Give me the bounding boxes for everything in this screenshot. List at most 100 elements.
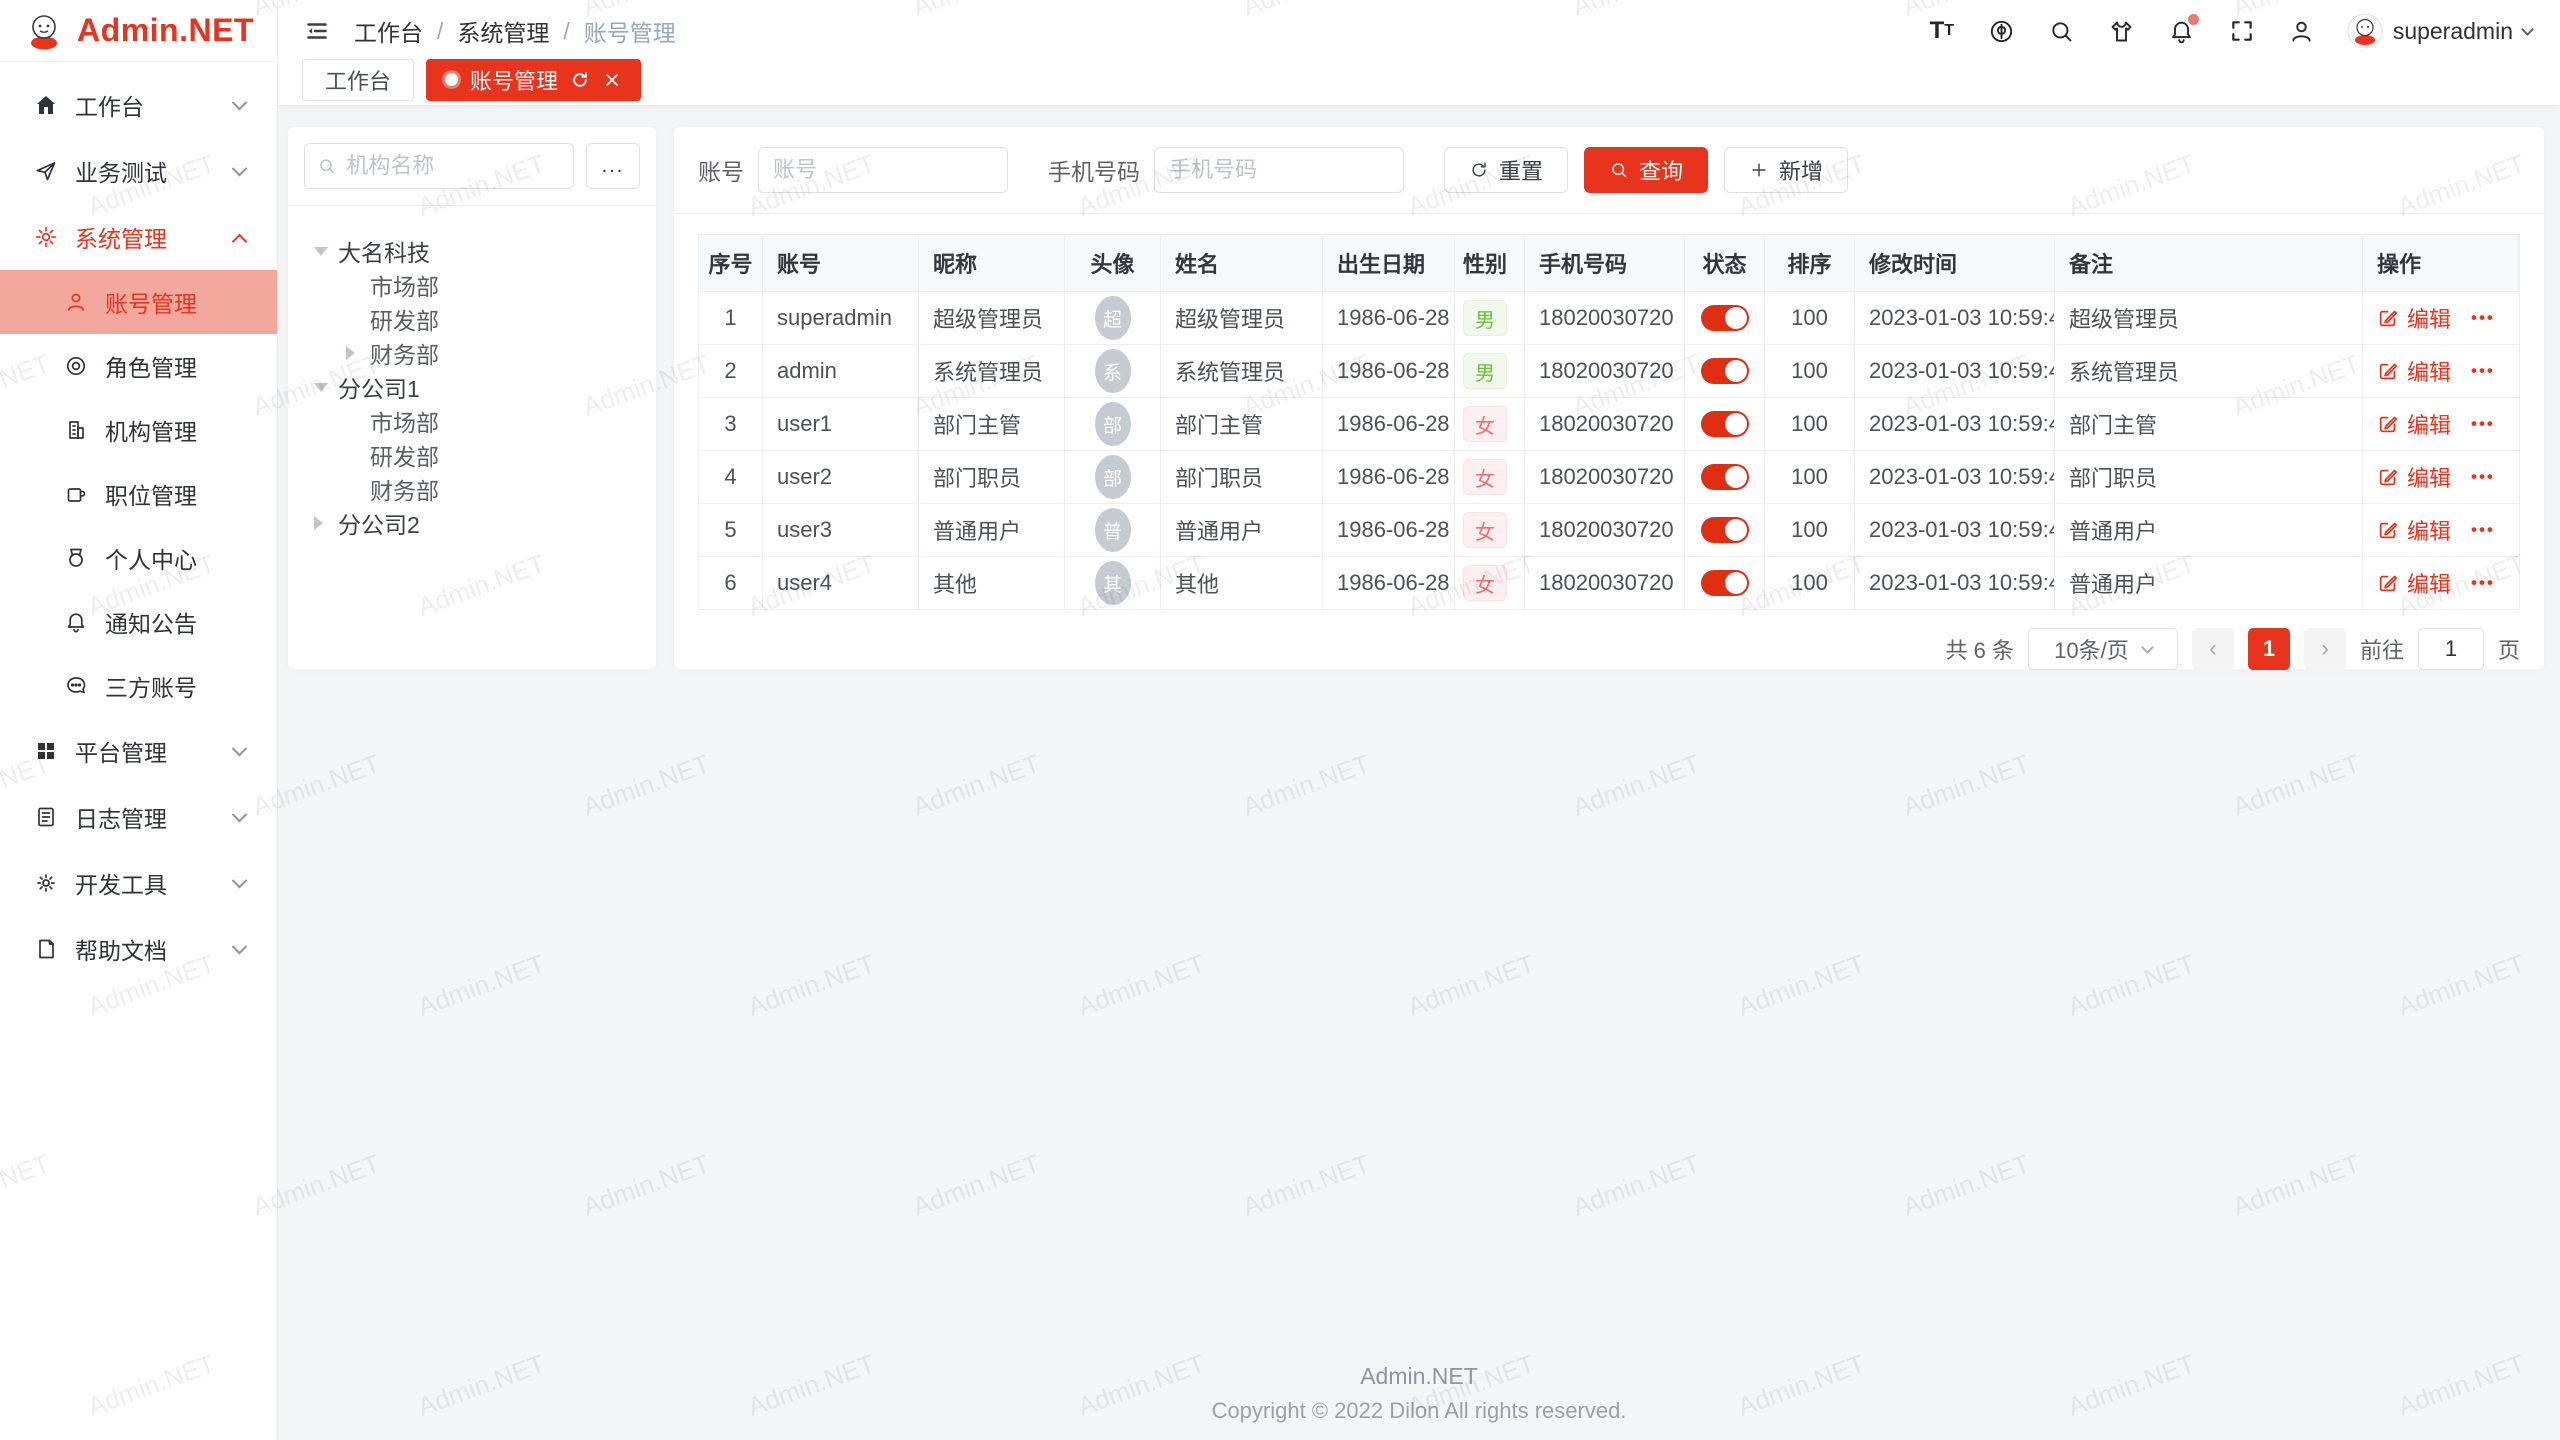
status-toggle[interactable] xyxy=(1701,570,1749,596)
status-toggle[interactable] xyxy=(1701,411,1749,437)
cell-nickname: 系统管理员 xyxy=(919,345,1065,397)
sidebar-item-dev-tools[interactable]: 开发工具 xyxy=(0,850,277,916)
cell-gender: 男 xyxy=(1455,292,1525,344)
edit-button[interactable]: 编辑 xyxy=(2377,302,2451,334)
refresh-icon[interactable] xyxy=(570,70,590,90)
language-icon[interactable] xyxy=(1987,16,2017,46)
edit-button[interactable]: 编辑 xyxy=(2377,514,2451,546)
account-input[interactable] xyxy=(758,147,1008,193)
tree-expand-arrow-icon[interactable] xyxy=(314,247,338,256)
cell-status xyxy=(1685,451,1765,503)
table-row: 3 user1 部门主管 部 部门主管 1986-06-28 女 xyxy=(699,398,2519,451)
refresh-icon xyxy=(1469,160,1489,180)
more-actions-button[interactable]: ••• xyxy=(2471,308,2495,328)
sidebar-item-workbench[interactable]: 工作台 xyxy=(0,72,277,138)
more-actions-button[interactable]: ••• xyxy=(2471,573,2495,593)
tree-node[interactable]: 大名科技 xyxy=(304,234,640,268)
tree-node[interactable]: 财务部 xyxy=(304,336,640,370)
sidebar-item-third-party-account[interactable]: 三方账号 xyxy=(0,654,277,718)
cell-sort: 100 xyxy=(1765,451,1855,503)
edit-button[interactable]: 编辑 xyxy=(2377,567,2451,599)
page-size-select[interactable]: 10条/页 xyxy=(2028,628,2178,670)
sidebar-item-label: 职位管理 xyxy=(105,477,277,511)
phone-input[interactable] xyxy=(1154,147,1404,193)
edit-button[interactable]: 编辑 xyxy=(2377,461,2451,493)
org-search-input[interactable] xyxy=(346,153,561,179)
more-actions-button[interactable]: ••• xyxy=(2471,520,2495,540)
org-more-button[interactable]: ... xyxy=(586,143,640,189)
sidebar-item-label: 角色管理 xyxy=(105,349,277,383)
sidebar-item-label: 个人中心 xyxy=(105,541,277,575)
search-icon[interactable] xyxy=(2047,16,2077,46)
more-actions-button[interactable]: ••• xyxy=(2471,414,2495,434)
prev-page-button[interactable]: ‹ xyxy=(2192,628,2234,670)
theme-icon[interactable] xyxy=(2107,16,2137,46)
sidebar-item-help-docs[interactable]: 帮助文档 xyxy=(0,916,277,982)
status-toggle[interactable] xyxy=(1701,358,1749,384)
status-toggle[interactable] xyxy=(1701,464,1749,490)
sidebar-item-notice[interactable]: 通知公告 xyxy=(0,590,277,654)
collapse-menu-icon[interactable] xyxy=(302,16,332,46)
sidebar-item-profile-center[interactable]: 个人中心 xyxy=(0,526,277,590)
tree-node[interactable]: 研发部 xyxy=(304,302,640,336)
fullscreen-icon[interactable] xyxy=(2227,16,2257,46)
phone-label: 手机号码 xyxy=(1048,153,1140,187)
close-icon[interactable] xyxy=(602,70,622,90)
current-page-button[interactable]: 1 xyxy=(2248,628,2290,670)
goto-page-input[interactable] xyxy=(2418,628,2484,670)
cell-birthdate: 1986-06-28 xyxy=(1323,504,1455,556)
cell-avatar: 系 xyxy=(1065,345,1161,397)
tree-node[interactable]: 市场部 xyxy=(304,268,640,302)
sidebar-item-system-mgmt[interactable]: 系统管理 xyxy=(0,204,277,270)
edit-button[interactable]: 编辑 xyxy=(2377,355,2451,387)
tree-node[interactable]: 市场部 xyxy=(304,404,640,438)
cell-nickname: 部门主管 xyxy=(919,398,1065,450)
tree-node[interactable]: 财务部 xyxy=(304,472,640,506)
tree-expand-arrow-icon[interactable] xyxy=(314,383,338,392)
system-mgmt-submenu: 账号管理 角色管理 机构管理 职位管理 个人中心 xyxy=(0,270,277,718)
tree-node[interactable]: 研发部 xyxy=(304,438,640,472)
breadcrumb-item[interactable]: 工作台 xyxy=(354,14,423,48)
tree-node-label: 财务部 xyxy=(370,336,439,370)
font-size-icon[interactable]: TT xyxy=(1927,16,1957,46)
more-actions-button[interactable]: ••• xyxy=(2471,467,2495,487)
edit-button[interactable]: 编辑 xyxy=(2377,408,2451,440)
cell-name: 部门职员 xyxy=(1161,451,1323,503)
sidebar-item-org-mgmt[interactable]: 机构管理 xyxy=(0,398,277,462)
tree-node[interactable]: 分公司2 xyxy=(304,506,640,540)
notification-icon[interactable] xyxy=(2167,16,2197,46)
cell-phone: 18020030720 xyxy=(1525,292,1685,344)
more-actions-button[interactable]: ••• xyxy=(2471,361,2495,381)
logo[interactable]: Admin.NET xyxy=(0,0,277,62)
next-page-button[interactable]: › xyxy=(2304,628,2346,670)
account-label: 账号 xyxy=(698,153,744,187)
table-header-row: 序号 账号 昵称 头像 姓名 出生日期 性别 xyxy=(699,235,2519,292)
cell-nickname: 超级管理员 xyxy=(919,292,1065,344)
tree-expand-arrow-icon[interactable] xyxy=(346,346,370,360)
sidebar-item-platform-mgmt[interactable]: 平台管理 xyxy=(0,718,277,784)
tree-expand-arrow-icon[interactable] xyxy=(314,516,338,530)
sidebar-item-account-mgmt[interactable]: 账号管理 xyxy=(0,270,277,334)
tab-workbench[interactable]: 工作台 xyxy=(302,59,414,101)
sidebar-item-log-mgmt[interactable]: 日志管理 xyxy=(0,784,277,850)
divider xyxy=(288,205,656,206)
user-icon[interactable] xyxy=(2287,16,2317,46)
status-toggle[interactable] xyxy=(1701,517,1749,543)
user-menu[interactable]: superadmin xyxy=(2347,13,2532,49)
sidebar-item-position-mgmt[interactable]: 职位管理 xyxy=(0,462,277,526)
table-row: 2 admin 系统管理员 系 系统管理员 1986-06-28 男 xyxy=(699,345,2519,398)
sidebar-item-business-test[interactable]: 业务测试 xyxy=(0,138,277,204)
breadcrumb-item[interactable]: 系统管理 xyxy=(457,14,549,48)
sidebar-item-role-mgmt[interactable]: 角色管理 xyxy=(0,334,277,398)
reset-button[interactable]: 重置 xyxy=(1444,147,1568,193)
status-toggle[interactable] xyxy=(1701,305,1749,331)
tab-account-mgmt[interactable]: 账号管理 xyxy=(426,59,641,101)
breadcrumb: 工作台 / 系统管理 / 账号管理 xyxy=(354,14,676,48)
tree-node[interactable]: 分公司1 xyxy=(304,370,640,404)
cell-operations: 编辑 ••• xyxy=(2363,451,2519,503)
profile-icon xyxy=(64,546,88,570)
search-button[interactable]: 查询 xyxy=(1584,147,1708,193)
search-icon xyxy=(1609,160,1629,180)
cell-status xyxy=(1685,398,1765,450)
add-button[interactable]: 新增 xyxy=(1724,147,1848,193)
